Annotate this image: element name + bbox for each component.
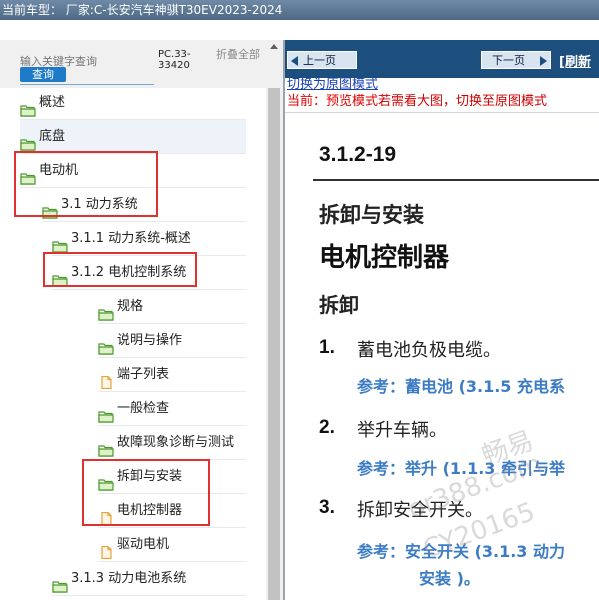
tree-item[interactable]: 3.1 动力系统 bbox=[42, 188, 246, 222]
tree-item[interactable]: 电动机 bbox=[20, 154, 246, 188]
tree-item-label: 拆卸与安装 bbox=[117, 469, 183, 484]
tree-item[interactable]: 3.1.3 动力电池系统 bbox=[52, 562, 246, 596]
folder-open-icon bbox=[20, 131, 36, 151]
heading-motor-controller: 电机控制器 bbox=[319, 243, 450, 273]
heading-remove: 拆卸 bbox=[319, 293, 359, 317]
step-reference[interactable]: 参考：举升 (1.1.3 牵引与举 bbox=[357, 455, 565, 479]
tree-item[interactable]: 拆卸与安装 bbox=[98, 460, 246, 494]
tree-item-label: 电动机 bbox=[39, 163, 79, 178]
section-rule bbox=[313, 179, 599, 181]
heading-remove-install: 拆卸与安装 bbox=[319, 203, 424, 227]
folder-open-icon bbox=[98, 403, 114, 423]
tree-item[interactable]: 电机控制器 bbox=[98, 494, 246, 528]
preview-mode-hint: 若需看大图，切换至原图模式 bbox=[378, 94, 548, 109]
folder-open-icon bbox=[20, 97, 36, 117]
folder-open-icon bbox=[98, 471, 114, 491]
folder-open-icon bbox=[52, 233, 68, 253]
switch-original-mode-link[interactable]: 切换为原图模式 bbox=[287, 77, 378, 93]
next-page-button[interactable]: 下一页 bbox=[481, 51, 551, 69]
document-page: 3.1.2-19 拆卸与安装 电机控制器 拆卸 1. 蓄电池负极电缆。 参考：蓄… bbox=[285, 112, 599, 600]
folder-open-icon bbox=[20, 165, 36, 185]
tree-item-label: 端子列表 bbox=[117, 367, 170, 382]
tree-item-label: 3.1.1 动力系统-概述 bbox=[71, 231, 191, 246]
step-text: 举升车辆。 bbox=[357, 420, 447, 441]
tree-item[interactable]: 说明与操作 bbox=[98, 324, 246, 358]
next-page-label: 下一页 bbox=[492, 54, 525, 67]
tree-item[interactable]: 驱动电机 bbox=[98, 528, 246, 562]
folder-open-icon bbox=[42, 199, 58, 219]
tree-item-label: 故障现象诊断与测试 bbox=[117, 435, 235, 450]
tree-item[interactable]: 规格 bbox=[98, 290, 246, 324]
top-gap bbox=[0, 20, 599, 40]
step-text: 拆卸安全开关。 bbox=[357, 500, 483, 521]
search-button[interactable]: 查询 bbox=[20, 67, 66, 82]
scroll-thumb[interactable] bbox=[268, 88, 280, 600]
document-icon bbox=[98, 505, 114, 525]
tree-item[interactable]: 3.1.2 电机控制系统 bbox=[52, 256, 246, 290]
step-number: 1. bbox=[319, 337, 335, 358]
collapse-all-button[interactable]: 折叠全部 bbox=[216, 49, 260, 60]
arrow-right-icon bbox=[540, 56, 547, 66]
folder-open-icon bbox=[98, 335, 114, 355]
tree-item[interactable]: 3.1.1 动力系统-概述 bbox=[52, 222, 246, 256]
sidebar-scrollbar[interactable] bbox=[266, 40, 283, 600]
document-viewer: 上一页 下一页 [刷新 切换为原图模式 当前：预览模式若需看大图，切换至原图模式… bbox=[283, 40, 599, 600]
folder-open-icon bbox=[98, 301, 114, 321]
tree-item-label: 3.1 动力系统 bbox=[61, 197, 138, 212]
tree-item-label: 3.1.2 电机控制系统 bbox=[71, 265, 187, 280]
tree-item-label: 底盘 bbox=[39, 129, 66, 144]
step-reference[interactable]: 参考：安全开关 (3.1.3 动力 bbox=[357, 538, 565, 562]
tree-item[interactable]: 概述 bbox=[20, 86, 246, 120]
refresh-link[interactable]: [刷新 bbox=[559, 51, 591, 70]
tree-item-label: 规格 bbox=[117, 299, 144, 314]
step-reference-continued: 安装 )。 bbox=[419, 569, 480, 588]
tree-item[interactable]: 底盘 bbox=[20, 120, 246, 154]
tree-item-label: 说明与操作 bbox=[117, 333, 183, 348]
preview-mode-label: 当前：预览模式 bbox=[287, 94, 379, 109]
folder-open-icon bbox=[52, 267, 68, 287]
step-number: 3. bbox=[319, 497, 335, 518]
tree-item[interactable]: 故障现象诊断与测试 bbox=[98, 426, 246, 460]
sidebar: 查询 PC.33-33420 折叠全部 概述底盘电动机 3.1 动力系统 3.1.1… bbox=[0, 40, 283, 600]
folder-open-icon bbox=[98, 437, 114, 457]
tree-item-label: 一般检查 bbox=[117, 401, 170, 416]
tree-item-label: 驱动电机 bbox=[117, 537, 170, 552]
tree-item-label: 概述 bbox=[39, 95, 66, 110]
tree-item[interactable]: 一般检查 bbox=[98, 392, 246, 426]
current-model-bar: 当前车型： 厂家:C-长安汽车神骐T30EV2023-2024 bbox=[0, 0, 599, 20]
scroll-up-arrow-icon[interactable] bbox=[270, 44, 278, 49]
doc-code: PC.33-33420 bbox=[158, 49, 191, 71]
tree-item-label: 电机控制器 bbox=[117, 503, 183, 518]
step-reference[interactable]: 参考：蓄电池 (3.1.5 充电系 bbox=[357, 373, 565, 397]
document-icon bbox=[98, 369, 114, 389]
search-panel: 查询 PC.33-33420 折叠全部 bbox=[0, 40, 266, 88]
document-icon bbox=[98, 539, 114, 559]
preview-mode-notice: 当前：预览模式若需看大图，切换至原图模式 bbox=[287, 93, 547, 111]
folder-open-icon bbox=[52, 573, 68, 593]
search-underline bbox=[20, 84, 154, 85]
prev-page-label: 上一页 bbox=[303, 54, 336, 67]
tree-item[interactable]: 端子列表 bbox=[98, 358, 246, 392]
prev-page-button[interactable]: 上一页 bbox=[287, 51, 357, 69]
step-number: 2. bbox=[319, 417, 335, 438]
step-text: 蓄电池负极电缆。 bbox=[357, 340, 501, 361]
current-model-text: 当前车型： 厂家:C-长安汽车神骐T30EV2023-2024 bbox=[2, 3, 283, 17]
section-number: 3.1.2-19 bbox=[319, 143, 397, 166]
arrow-left-icon bbox=[291, 56, 298, 66]
viewer-toolbar: 上一页 下一页 [刷新 bbox=[285, 40, 599, 78]
tree-item-label: 3.1.3 动力电池系统 bbox=[71, 571, 187, 586]
